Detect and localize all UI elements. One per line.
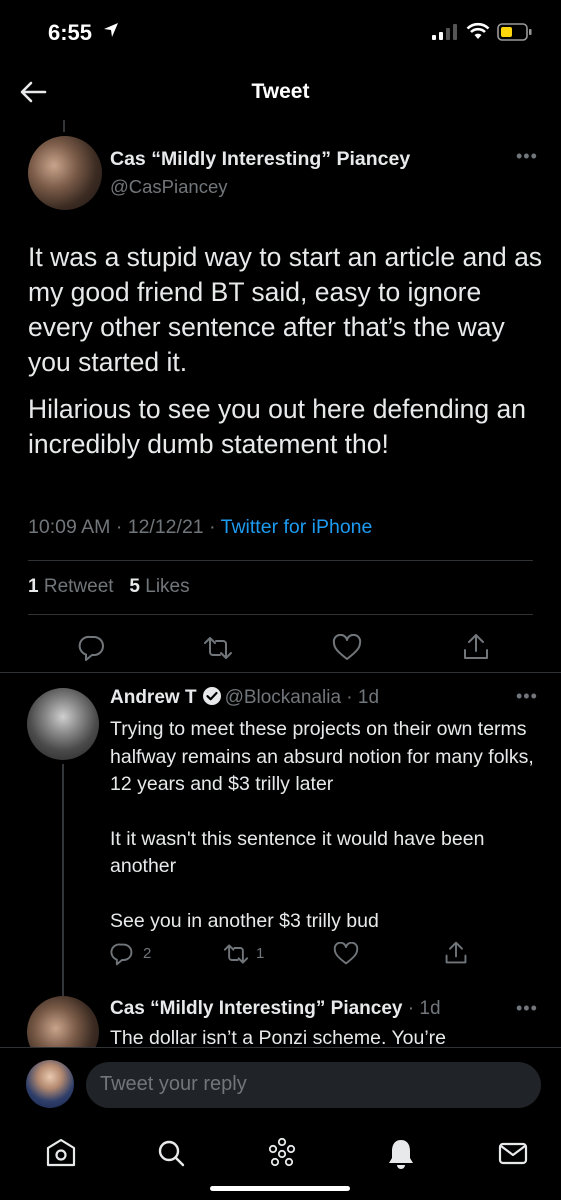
header: Tweet	[0, 66, 561, 118]
reply-header: Andrew T @Blockanalia · 1d	[110, 687, 380, 708]
home-icon[interactable]	[45, 1137, 77, 1169]
page-title: Tweet	[251, 80, 310, 103]
divider	[28, 560, 533, 561]
wifi-icon	[466, 22, 490, 39]
more-options-icon[interactable]: •••	[516, 998, 538, 1019]
reply-icon[interactable]	[78, 634, 106, 662]
share-icon[interactable]	[444, 940, 468, 966]
tweet-actions	[0, 630, 561, 666]
reply-age: 1d	[419, 998, 441, 1019]
messages-icon[interactable]	[497, 1137, 529, 1169]
verified-badge-icon	[202, 687, 221, 705]
retweet-icon[interactable]	[202, 634, 234, 662]
like-icon[interactable]	[333, 942, 359, 966]
reply-paragraph: It it wasn't this sentence it would have…	[110, 827, 485, 878]
location-arrow-icon	[104, 23, 118, 37]
reply-icon[interactable]	[110, 942, 134, 966]
avatar[interactable]	[27, 688, 99, 760]
reply-paragraph: See you in another $3 trilly bud	[110, 909, 379, 932]
retweet-icon[interactable]	[222, 942, 250, 966]
tweet-stats: 1 Retweet 5 Likes	[28, 576, 190, 598]
notifications-icon[interactable]	[385, 1137, 417, 1171]
home-indicator	[210, 1186, 350, 1191]
more-options-icon[interactable]: •••	[516, 146, 538, 167]
retweets-stat[interactable]: 1 Retweet	[28, 576, 114, 597]
tweet-time: 10:09 AM	[28, 516, 111, 538]
spaces-icon[interactable]	[266, 1137, 298, 1169]
author-name[interactable]: Cas “Mildly Interesting” Piancey	[110, 998, 402, 1019]
like-icon[interactable]	[332, 634, 362, 662]
reply-input[interactable]: Tweet your reply	[86, 1062, 541, 1108]
tweet-paragraph: It was a stupid way to start an article …	[28, 242, 543, 377]
author-name[interactable]: Andrew T	[110, 687, 197, 708]
reply-actions: 2 1	[0, 940, 561, 970]
divider	[28, 614, 533, 615]
author-name[interactable]: Cas “Mildly Interesting” Piancey	[110, 148, 410, 171]
tweet-paragraph: Hilarious to see you out here defending …	[28, 394, 526, 459]
tweet-meta: 10:09 AM · 12/12/21 · Twitter for iPhone	[28, 516, 372, 539]
tweet-source-link[interactable]: Twitter for iPhone	[221, 516, 373, 538]
retweet-count: 1	[256, 945, 265, 962]
meta-separator: ·	[209, 516, 216, 538]
status-time: 6:55	[48, 20, 93, 45]
author-handle[interactable]: @Blockanalia	[225, 687, 341, 708]
thread-connector-line	[63, 120, 65, 132]
likes-stat[interactable]: 5 Likes	[129, 576, 189, 597]
divider	[0, 672, 561, 673]
reply-text: Trying to meet these projects on their o…	[110, 716, 540, 935]
tweet-text: It was a stupid way to start an article …	[28, 240, 548, 462]
tweet-date: 12/12/21	[127, 516, 204, 538]
status-bar: 6:55	[0, 0, 561, 66]
reply-age: 1d	[357, 687, 380, 708]
reply-header: Cas “Mildly Interesting” Piancey · 1d	[110, 998, 441, 1019]
reply-paragraph: Trying to meet these projects on their o…	[110, 718, 534, 795]
cellular-signal-icon	[432, 24, 457, 40]
battery-icon	[497, 23, 532, 41]
reply-compose-bar: Tweet your reply	[0, 1047, 561, 1127]
avatar[interactable]	[28, 136, 102, 210]
meta-separator: ·	[115, 516, 123, 538]
more-options-icon[interactable]: •••	[516, 686, 538, 707]
reply-count: 2	[143, 945, 152, 962]
user-avatar[interactable]	[26, 1060, 74, 1108]
share-icon[interactable]	[462, 632, 490, 662]
author-handle[interactable]: @CasPiancey	[110, 176, 228, 198]
search-icon[interactable]	[155, 1137, 187, 1169]
